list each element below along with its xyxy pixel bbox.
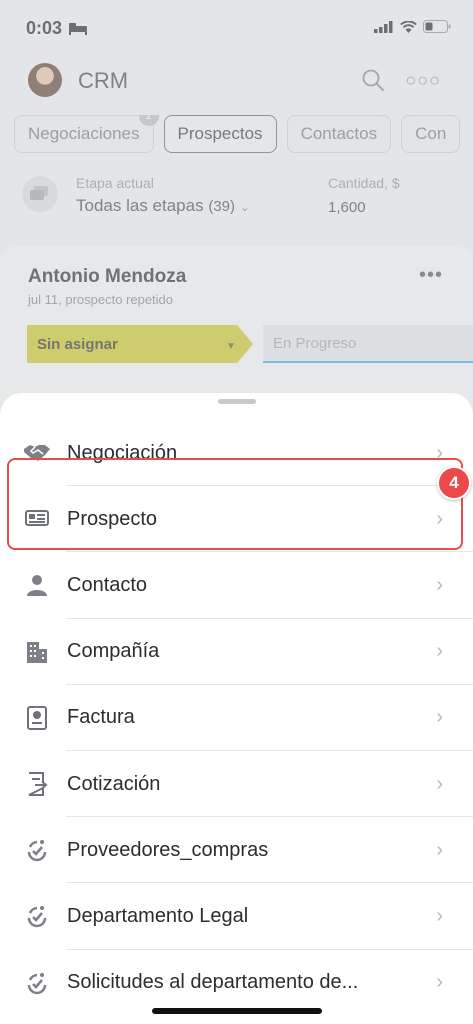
chevron-right-icon: ›: [436, 706, 443, 729]
menu-item-label: Proveedores_compras: [67, 838, 269, 861]
process-icon: [23, 836, 51, 864]
chevron-right-icon: ›: [436, 971, 443, 994]
home-indicator[interactable]: [152, 1008, 322, 1014]
menu-item-label: Factura: [67, 706, 135, 729]
sheet-grabber[interactable]: [218, 399, 256, 404]
menu-item-contacto[interactable]: Contacto ›: [0, 552, 473, 619]
menu-item-label: Solicitudes al departamento de...: [67, 971, 359, 994]
menu-item-proveedores-compras[interactable]: Proveedores_compras ›: [0, 817, 473, 884]
chevron-right-icon: ›: [436, 838, 443, 861]
person-icon: [23, 571, 51, 599]
menu-item-label: Contacto: [67, 573, 148, 596]
chevron-right-icon: ›: [436, 904, 443, 927]
quote-icon: [23, 770, 51, 798]
highlight-box: [7, 458, 463, 550]
invoice-icon: [23, 704, 51, 732]
step-badge: 4: [437, 466, 471, 500]
chevron-right-icon: ›: [436, 640, 443, 663]
building-icon: [23, 638, 51, 666]
menu-item-label: Compañía: [67, 640, 160, 663]
menu-item-label: Departamento Legal: [67, 904, 249, 927]
menu-item-compania[interactable]: Compañía ›: [0, 619, 473, 685]
process-icon: [23, 969, 51, 997]
menu-item-factura[interactable]: Factura ›: [0, 685, 473, 752]
process-icon: [23, 902, 51, 930]
menu-item-label: Cotización: [67, 772, 161, 795]
chevron-right-icon: ›: [436, 573, 443, 596]
menu-item-solicitudes[interactable]: Solicitudes al departamento de... ›: [0, 950, 473, 1016]
menu-item-departamento-legal[interactable]: Departamento Legal ›: [0, 883, 473, 950]
chevron-right-icon: ›: [436, 772, 443, 795]
menu-item-cotizacion[interactable]: Cotización ›: [0, 751, 473, 818]
